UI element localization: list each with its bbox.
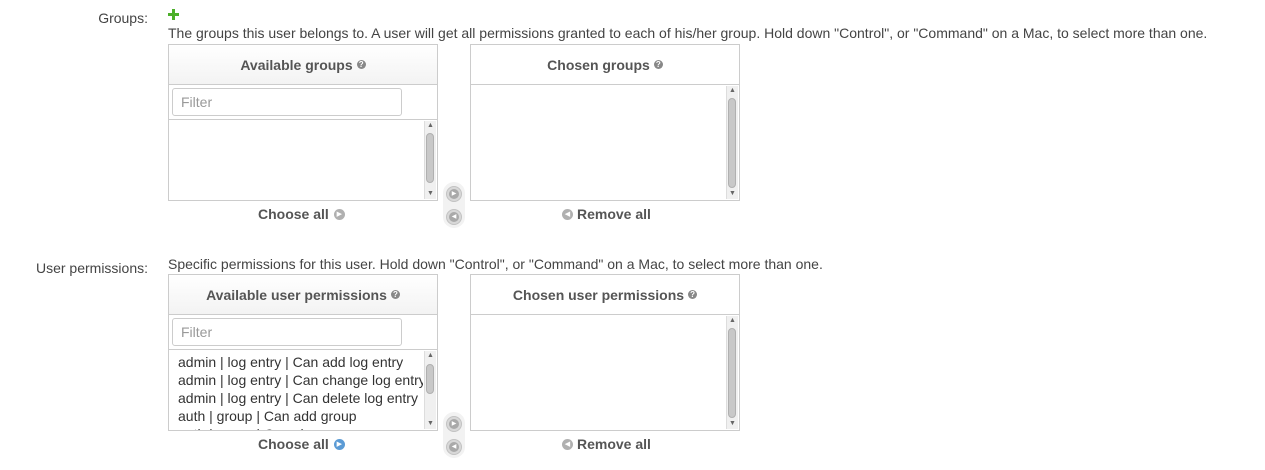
available-permissions-list[interactable]: admin | log entry | Can add log entry adm…	[169, 350, 437, 430]
chosen-permissions-header: Chosen user permissions ?	[471, 275, 739, 315]
scroll-up-arrow-icon[interactable]: ▲	[727, 316, 738, 326]
permissions-remove-selected-button[interactable]: ◀	[446, 439, 462, 455]
groups-label: Groups:	[98, 10, 148, 26]
arrow-right-circle-icon: ▶	[333, 208, 345, 220]
permissions-remove-all-label: Remove all	[577, 436, 651, 452]
scroll-up-arrow-icon[interactable]: ▲	[425, 121, 436, 131]
available-groups-filter-input[interactable]	[172, 88, 402, 116]
add-group-plus-icon[interactable]	[168, 7, 179, 20]
scroll-thumb[interactable]	[426, 364, 434, 394]
permissions-remove-all-link[interactable]: ◀ Remove all	[562, 436, 651, 452]
available-permissions-header: Available user permissions ?	[169, 275, 437, 315]
chosen-permissions-list[interactable]: ▲ ▼	[471, 315, 739, 430]
arrow-left-circle-icon: ◀	[562, 438, 573, 450]
help-question-icon: ?	[688, 290, 698, 299]
scroll-thumb[interactable]	[426, 133, 434, 183]
scroll-up-arrow-icon[interactable]: ▲	[727, 86, 738, 96]
permissions-add-selected-button[interactable]: ▶	[446, 416, 462, 432]
arrow-right-circle-icon: ▶	[333, 438, 345, 450]
user-permissions-help-text: Specific permissions for this user. Hold…	[168, 256, 823, 272]
chosen-groups-header: Chosen groups ?	[471, 45, 739, 85]
permissions-choose-all-link[interactable]: Choose all ▶	[258, 436, 345, 452]
scroll-down-arrow-icon[interactable]: ▼	[727, 419, 738, 429]
groups-field: Groups: The groups this user belongs to.…	[0, 0, 1265, 235]
permission-option[interactable]: auth | group | Can add group	[178, 407, 423, 425]
available-permissions-scrollbar[interactable]: ▲ ▼	[424, 351, 436, 429]
user-permissions-label: User permissions:	[35, 260, 148, 276]
permission-option[interactable]: admin | log entry | Can change log entry	[178, 371, 423, 389]
chosen-permissions-scrollbar[interactable]: ▲ ▼	[726, 316, 738, 429]
remove-arrow-icon: ◀	[449, 442, 459, 452]
available-groups-box: Available groups ? ▲ ▼	[168, 44, 438, 201]
arrow-left-circle-icon: ◀	[562, 208, 573, 220]
scroll-down-arrow-icon[interactable]: ▼	[425, 189, 436, 199]
add-arrow-icon: ▶	[449, 189, 459, 199]
available-permissions-items: admin | log entry | Can add log entry adm…	[178, 353, 423, 430]
scroll-down-arrow-icon[interactable]: ▼	[727, 189, 738, 199]
permission-option[interactable]: admin | log entry | Can delete log entry	[178, 389, 423, 407]
available-groups-scrollbar[interactable]: ▲ ▼	[424, 121, 436, 199]
permission-option[interactable]: auth | group | Can change group	[178, 425, 423, 430]
scroll-thumb[interactable]	[728, 98, 736, 188]
remove-arrow-icon: ◀	[449, 212, 459, 222]
permission-option[interactable]: admin | log entry | Can add log entry	[178, 353, 423, 371]
available-permissions-title: Available user permissions	[206, 286, 387, 303]
chosen-groups-title: Chosen groups	[547, 56, 650, 73]
groups-choose-all-link[interactable]: Choose all ▶	[258, 206, 345, 222]
chosen-groups-box: Chosen groups ? ▲ ▼	[470, 44, 740, 201]
user-permissions-field: User permissions: Specific permissions f…	[0, 235, 1265, 470]
available-groups-header: Available groups ?	[169, 45, 437, 85]
groups-choose-all-label: Choose all	[258, 206, 329, 222]
available-groups-list[interactable]: ▲ ▼	[169, 120, 437, 200]
scroll-thumb[interactable]	[728, 328, 736, 418]
permissions-choose-all-label: Choose all	[258, 436, 329, 452]
available-permissions-filter-area	[169, 315, 437, 350]
chosen-groups-list[interactable]: ▲ ▼	[471, 85, 739, 200]
groups-remove-selected-button[interactable]: ◀	[446, 209, 462, 225]
chosen-permissions-title: Chosen user permissions	[512, 286, 685, 303]
available-permissions-filter-input[interactable]	[172, 318, 402, 346]
available-permissions-box: Available user permissions ? admin | log…	[168, 274, 438, 431]
add-arrow-icon: ▶	[449, 419, 459, 429]
available-groups-title: Available groups	[240, 56, 353, 73]
chosen-groups-scrollbar[interactable]: ▲ ▼	[726, 86, 738, 199]
scroll-down-arrow-icon[interactable]: ▼	[425, 419, 436, 429]
chosen-permissions-box: Chosen user permissions ? ▲ ▼	[470, 274, 740, 431]
available-groups-filter-area	[169, 85, 437, 120]
help-question-icon: ?	[653, 60, 663, 69]
groups-remove-all-label: Remove all	[577, 206, 651, 222]
help-question-icon: ?	[390, 290, 400, 299]
groups-help-text: The groups this user belongs to. A user …	[168, 25, 1208, 41]
groups-remove-all-link[interactable]: ◀ Remove all	[562, 206, 651, 222]
scroll-up-arrow-icon[interactable]: ▲	[425, 351, 436, 361]
help-question-icon: ?	[356, 60, 366, 69]
groups-add-selected-button[interactable]: ▶	[446, 186, 462, 202]
